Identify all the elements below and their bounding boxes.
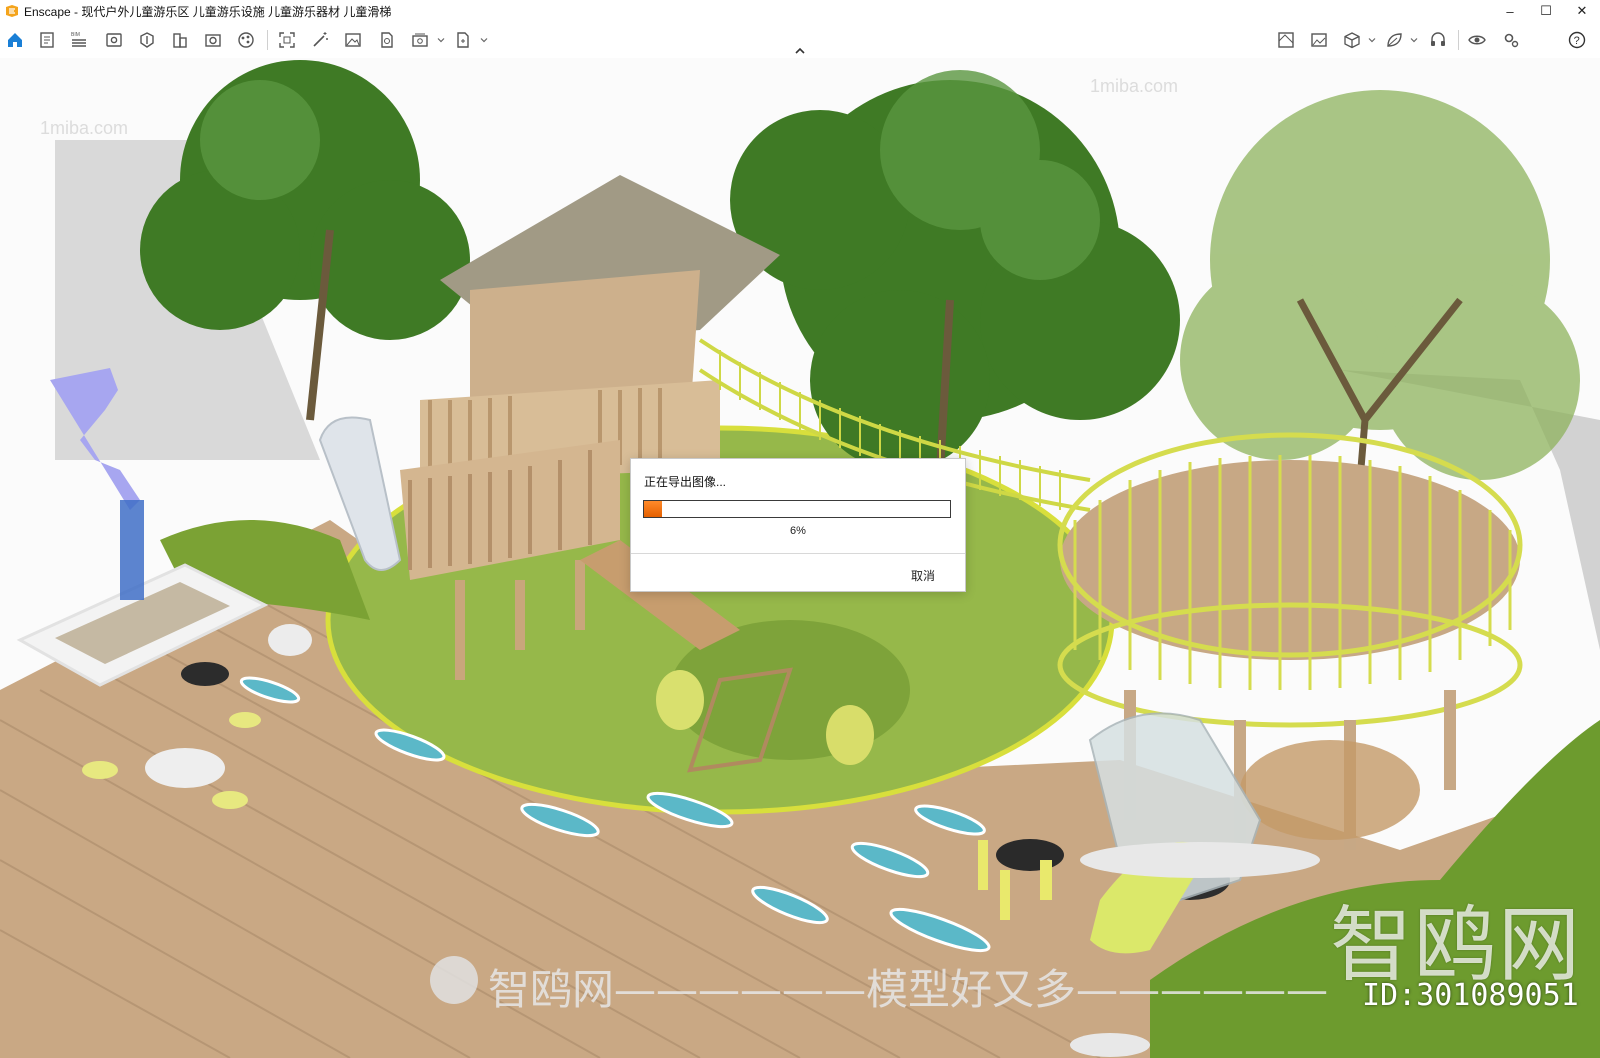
home-icon[interactable] [5,30,25,50]
minimize-button[interactable]: – [1492,0,1528,22]
cube-icon[interactable] [1342,30,1362,50]
progress-bar [643,500,951,518]
render-region-icon[interactable] [277,30,297,50]
export-dropdown-icon[interactable] [453,30,473,50]
dialog-divider [631,553,965,554]
dialog-title: 正在导出图像... [644,475,727,489]
image-export-icon[interactable] [343,30,363,50]
camera-views-icon[interactable] [203,30,223,50]
window-controls: – ☐ ✕ [1492,0,1600,22]
help-icon[interactable]: ? [1567,30,1587,50]
progress-percent: 6% [790,525,806,537]
collapse-toolbar-icon[interactable] [794,46,806,56]
maximize-button[interactable]: ☐ [1528,0,1564,22]
close-button[interactable]: ✕ [1564,0,1600,22]
brand-logo-icon [430,956,478,1004]
toolbar-separator-right [1458,30,1459,50]
enscape-logo-icon [6,5,18,17]
eye-icon[interactable] [1467,30,1487,50]
export-progress-dialog: 正在导出图像... 6% 取消 [630,458,966,592]
document-icon[interactable] [37,30,57,50]
magic-wand-icon[interactable] [310,30,330,50]
headset-icon[interactable] [1428,30,1448,50]
model-id-watermark: ID:301089051 [1362,978,1579,1013]
map-icon[interactable] [1276,30,1296,50]
batch-render-dropdown-icon[interactable] [437,36,445,44]
leaf-dropdown-icon[interactable] [1410,36,1418,44]
svg-text:?: ? [1574,35,1580,47]
slogan-watermark: 智鸥网——————模型好又多—————— [488,965,1329,1014]
bim-list-icon[interactable]: BIM [69,30,89,50]
site-watermark: 1miba.com [40,118,129,138]
material-editor-icon[interactable] [236,30,256,50]
settings-icon[interactable] [1501,30,1521,50]
window-title: Enscape - 现代户外儿童游乐区 儿童游乐设施 儿童游乐器材 儿童滑梯 [24,4,392,19]
export-dropdown-caret-icon[interactable] [480,36,488,44]
cancel-button[interactable]: 取消 [911,567,935,584]
asset-library-icon[interactable] [137,30,157,50]
toolbar-separator [267,30,268,50]
progress-fill [644,501,663,517]
file-export-icon[interactable] [377,30,397,50]
view-icon[interactable] [104,30,124,50]
cube-dropdown-icon[interactable] [1368,36,1376,44]
title-bar: Enscape - 现代户外儿童游乐区 儿童游乐设施 儿童游乐器材 儿童滑梯 –… [0,0,1600,22]
batch-render-icon[interactable] [410,30,430,50]
image-icon[interactable] [1309,30,1329,50]
site-watermark-2: 1miba.com [1090,76,1179,96]
svg-text:BIM: BIM [71,32,80,38]
leaf-icon[interactable] [1384,30,1404,50]
building-icon[interactable] [170,30,190,50]
